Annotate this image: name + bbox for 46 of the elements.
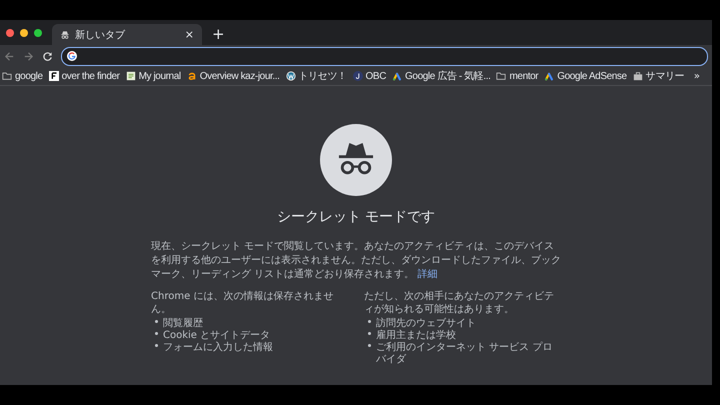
page-icon <box>126 71 136 81</box>
folder-icon <box>496 71 506 81</box>
letter-f-icon <box>48 71 59 81</box>
new-tab-button[interactable]: + <box>212 25 225 43</box>
bookmark[interactable]: Overview kaz-jour... <box>186 70 280 82</box>
incognito-heading: シークレット モードです <box>276 208 436 226</box>
reload-icon[interactable] <box>42 50 53 62</box>
close-window-button[interactable] <box>6 28 14 36</box>
back-icon[interactable] <box>4 50 15 62</box>
ads-logo-icon <box>392 71 402 81</box>
bookmark[interactable]: My journal <box>126 70 181 82</box>
bookmark[interactable]: サマリー <box>632 69 684 83</box>
letter-j-icon <box>352 71 363 81</box>
folder-icon <box>2 71 12 81</box>
bookmark[interactable]: Google 広告 - 気軽... <box>392 69 490 83</box>
list-item: 閲覧履歴 <box>155 318 348 330</box>
tab-title: 新しいタブ <box>75 28 126 42</box>
minimize-window-button[interactable] <box>20 28 28 36</box>
briefcase-icon <box>632 71 643 81</box>
incognito-icon <box>320 124 392 196</box>
list-item: 訪問先のウェブサイト <box>368 318 561 330</box>
list-item: 雇用主または学校 <box>368 330 561 342</box>
bookmark[interactable]: Google AdSense <box>544 70 627 82</box>
bookmark[interactable]: over the finder <box>48 70 120 82</box>
letter-a-icon <box>186 71 197 81</box>
more-bookmarks-button[interactable]: » <box>694 70 710 82</box>
bookmark[interactable]: google <box>2 70 43 82</box>
forward-icon[interactable] <box>23 50 34 62</box>
not-saved-title: Chrome には、次の情報は保存されません。 <box>151 290 334 316</box>
bookmark[interactable]: トリセツ！ <box>286 69 347 83</box>
list-item: ご利用のインターネット サービス プロバイダ <box>368 342 561 366</box>
zoom-window-button[interactable] <box>34 28 42 36</box>
incognito-description: 現在、シークレット モードで閲覧しています。あなたのアクティビティは、このデバイスを利用する他のユーザーには表示されません。ただし、ダウンロードしたファイル、ブックマーク、リーディング リストは通常どおり保存されます。 詳細 <box>151 240 561 282</box>
close-tab-button[interactable]: × <box>184 28 194 41</box>
browser-tab[interactable]: 新しいタブ × <box>52 24 202 45</box>
bookmark[interactable]: OBC <box>352 70 386 82</box>
wordpress-icon <box>286 71 296 81</box>
list-item: フォームに入力した情報 <box>155 342 348 354</box>
learn-more-link[interactable]: 詳細 <box>417 269 438 280</box>
list-item: Cookie とサイトデータ <box>155 330 348 342</box>
visible-to-title: ただし、次の相手にあなたのアクティビティが知られる可能性はあります。 <box>364 290 555 316</box>
google-icon <box>67 51 77 61</box>
address-field[interactable] <box>61 46 708 66</box>
bookmark[interactable]: mentor <box>496 70 538 82</box>
ads-logo-icon <box>544 71 554 81</box>
incognito-icon <box>60 30 70 40</box>
